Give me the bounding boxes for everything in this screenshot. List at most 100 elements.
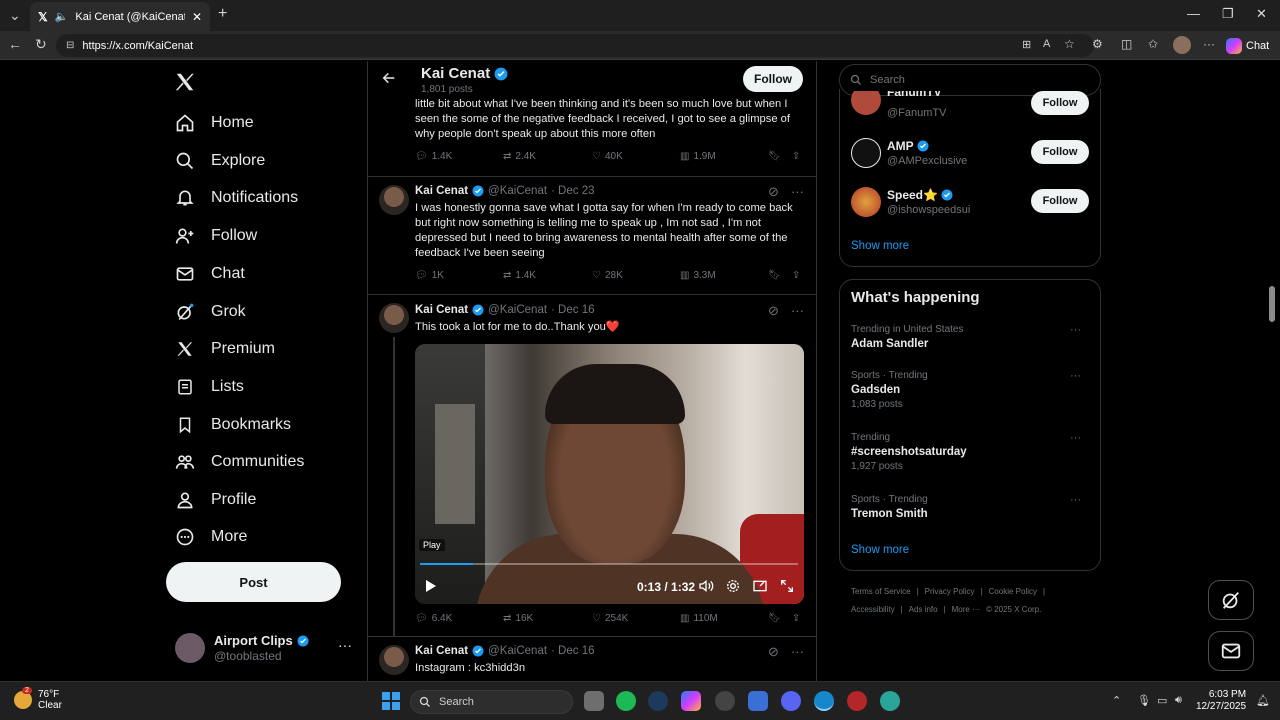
repost-button[interactable]: ⇄ 2.4K bbox=[503, 151, 536, 162]
avatar[interactable] bbox=[379, 185, 409, 215]
fullscreen-icon[interactable] bbox=[779, 578, 795, 594]
settings-gear-icon[interactable] bbox=[725, 578, 741, 594]
nav-communities[interactable]: Communities bbox=[174, 447, 304, 477]
copilot-app-icon[interactable] bbox=[681, 691, 701, 711]
more-icon[interactable]: ··· bbox=[791, 644, 804, 660]
bookmark-icon[interactable]: 🔖︎ bbox=[768, 270, 781, 281]
account-menu-icon[interactable]: ··· bbox=[338, 637, 352, 653]
steam-icon[interactable] bbox=[648, 691, 668, 711]
store-icon[interactable] bbox=[748, 691, 768, 711]
clock[interactable]: 6:03 PM 12/27/2025 bbox=[1196, 689, 1246, 713]
pip-icon[interactable] bbox=[752, 578, 768, 594]
show-more-link[interactable]: Show more bbox=[851, 544, 909, 556]
nav-premium[interactable]: Premium bbox=[174, 334, 275, 364]
reply-button[interactable]: 💬︎ 6.4K bbox=[415, 613, 452, 624]
browser-tab[interactable]: 𝕏 🔈 Kai Cenat (@KaiCenat) / X ✕ bbox=[30, 2, 210, 31]
like-button[interactable]: ♡ 254K bbox=[592, 613, 628, 624]
nav-notifications[interactable]: Notifications bbox=[174, 183, 298, 213]
close-tab-icon[interactable]: ✕ bbox=[192, 10, 202, 24]
scrollbar[interactable] bbox=[1268, 61, 1276, 681]
footer-link[interactable]: Ads info bbox=[909, 605, 938, 614]
show-more-link[interactable]: Show more bbox=[851, 240, 909, 252]
video-progress-bar[interactable] bbox=[420, 563, 798, 565]
url-field[interactable]: ⊟ https://x.com/KaiCenat bbox=[56, 34, 1094, 57]
new-tab-icon[interactable]: + bbox=[218, 5, 227, 23]
more-icon[interactable]: ··· bbox=[1070, 324, 1081, 336]
weather-widget[interactable]: 2 76°F Clear bbox=[14, 687, 62, 711]
volume-icon[interactable] bbox=[698, 578, 714, 594]
follow-button[interactable]: Follow bbox=[1031, 189, 1089, 213]
tweet-date[interactable]: · Dec 16 bbox=[551, 645, 594, 657]
share-icon[interactable]: ⇪ bbox=[792, 151, 800, 162]
tweet-date[interactable]: · Dec 16 bbox=[551, 304, 594, 316]
more-icon[interactable]: ··· bbox=[1070, 370, 1081, 382]
extensions-icon[interactable]: ⚙ bbox=[1092, 37, 1103, 51]
views-button[interactable]: ▥ 3.3M bbox=[680, 270, 716, 281]
more-icon[interactable]: ··· bbox=[791, 303, 804, 319]
tweet-handle[interactable]: @KaiCenat bbox=[488, 304, 547, 316]
nav-lists[interactable]: Lists bbox=[174, 372, 244, 402]
volume-icon[interactable]: 🔊︎ bbox=[1175, 694, 1182, 707]
nav-follow[interactable]: Follow bbox=[174, 221, 257, 251]
minimize-icon[interactable]: — bbox=[1187, 6, 1200, 21]
views-button[interactable]: ▥ 110M bbox=[680, 613, 718, 624]
share-icon[interactable]: ⇪ bbox=[792, 613, 800, 624]
back-arrow-icon[interactable] bbox=[381, 70, 397, 86]
video-player[interactable] bbox=[415, 344, 804, 604]
tweet-author-name[interactable]: Kai Cenat bbox=[415, 185, 468, 197]
tweet-handle[interactable]: @KaiCenat bbox=[488, 185, 547, 197]
nav-bookmarks[interactable]: Bookmarks bbox=[174, 410, 291, 440]
nav-grok[interactable]: Grok bbox=[174, 297, 246, 327]
footer-link[interactable]: Cookie Policy bbox=[989, 587, 1037, 596]
footer-link[interactable]: More ··· bbox=[952, 605, 980, 614]
nav-chat[interactable]: Chat bbox=[174, 259, 245, 289]
bookmark-icon[interactable]: 🔖︎ bbox=[768, 151, 781, 162]
footer-link[interactable]: Privacy Policy bbox=[925, 587, 975, 596]
notification-bell-icon[interactable]: 🔔︎ bbox=[1256, 694, 1270, 707]
grok-icon[interactable]: ⊘ bbox=[768, 184, 779, 200]
tweet-handle[interactable]: @KaiCenat bbox=[488, 645, 547, 657]
site-info-icon[interactable]: ⊟ bbox=[66, 40, 74, 51]
tweet-author-name[interactable]: Kai Cenat bbox=[415, 645, 468, 657]
views-button[interactable]: ▥ 1.9M bbox=[680, 151, 716, 162]
trend-item[interactable]: Sports · Trending Tremon Smith ··· bbox=[851, 494, 1091, 520]
trend-item[interactable]: Sports · Trending Gadsden 1,083 posts ··… bbox=[851, 370, 1091, 410]
follow-suggestion[interactable]: Speed⭐ @ishowspeedsui Follow bbox=[851, 187, 1091, 219]
follow-suggestion[interactable]: FanumTV @FanumTV Follow bbox=[851, 91, 1091, 119]
grok-fab-button[interactable] bbox=[1208, 580, 1254, 620]
app-icon[interactable] bbox=[880, 691, 900, 711]
settings-more-icon[interactable]: ··· bbox=[1203, 37, 1215, 51]
more-icon[interactable]: ··· bbox=[791, 184, 804, 200]
nav-home[interactable]: Home bbox=[174, 108, 254, 138]
follow-button[interactable]: Follow bbox=[1031, 91, 1089, 115]
refresh-icon[interactable]: ↻ bbox=[35, 36, 47, 53]
nav-profile[interactable]: Profile bbox=[174, 485, 256, 515]
microphone-icon[interactable]: 🎙︎ bbox=[1137, 694, 1151, 707]
like-button[interactable]: ♡ 40K bbox=[592, 151, 623, 162]
tray-chevron-icon[interactable]: ⌃ bbox=[1112, 694, 1121, 707]
read-aloud-icon[interactable]: A bbox=[1043, 38, 1050, 50]
follow-suggestion[interactable]: AMP @AMPexclusive Follow bbox=[851, 138, 1091, 170]
network-icon[interactable]: ▭ bbox=[1157, 694, 1167, 707]
taskbar-search[interactable]: Search bbox=[410, 690, 573, 714]
profile-avatar[interactable] bbox=[1173, 36, 1191, 54]
repost-button[interactable]: ⇄ 16K bbox=[503, 613, 533, 624]
back-icon[interactable]: ← bbox=[8, 36, 22, 52]
grok-icon[interactable]: ⊘ bbox=[768, 644, 779, 660]
app-icon[interactable] bbox=[847, 691, 867, 711]
trend-item[interactable]: Trending #screenshotsaturday 1,927 posts… bbox=[851, 432, 1091, 472]
footer-link[interactable]: Terms of Service bbox=[851, 587, 911, 596]
tweet-date[interactable]: · Dec 23 bbox=[551, 185, 594, 197]
windows-start-icon[interactable] bbox=[381, 691, 401, 711]
restore-icon[interactable]: ❐ bbox=[1222, 6, 1234, 22]
grok-icon[interactable]: ⊘ bbox=[768, 303, 779, 319]
app-available-icon[interactable]: ⊞ bbox=[1022, 38, 1031, 51]
play-icon[interactable] bbox=[425, 579, 437, 593]
edge-icon[interactable] bbox=[814, 691, 834, 711]
follow-button[interactable]: Follow bbox=[743, 66, 803, 92]
nav-explore[interactable]: Explore bbox=[174, 146, 265, 176]
more-icon[interactable]: ··· bbox=[1070, 432, 1081, 444]
scrollbar-thumb[interactable] bbox=[1269, 286, 1275, 322]
reply-button[interactable]: 💬︎ 1K bbox=[415, 270, 444, 281]
footer-link[interactable]: Accessibility bbox=[851, 605, 895, 614]
